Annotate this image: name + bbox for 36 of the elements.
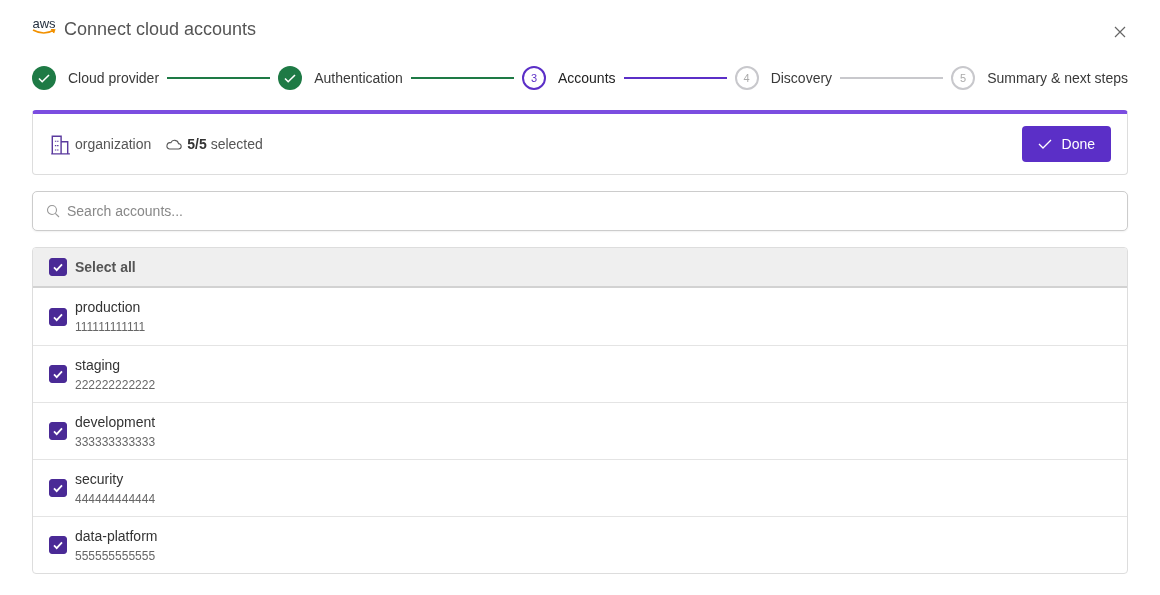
account-id: 111111111111 xyxy=(75,320,146,334)
account-name: development xyxy=(75,413,156,430)
cloud-icon xyxy=(165,137,184,151)
account-id: 444444444444 xyxy=(75,491,156,506)
step-label[interactable]: Summary & next steps xyxy=(987,70,1128,86)
check-icon xyxy=(1037,137,1052,151)
done-button[interactable]: Done xyxy=(1021,126,1111,162)
dialog-title: Connect cloud accounts xyxy=(64,18,257,40)
step-label[interactable]: Accounts xyxy=(557,70,616,86)
step-number: 4 xyxy=(734,66,759,90)
account-name: production xyxy=(75,299,142,315)
step-label[interactable]: Cloud provider xyxy=(68,70,160,86)
account-id: 333333333333 xyxy=(75,434,156,449)
checkbox[interactable] xyxy=(49,422,67,440)
checkbox[interactable] xyxy=(49,307,67,326)
step-label[interactable]: Discovery xyxy=(770,70,833,86)
search-icon xyxy=(46,204,60,218)
account-id: 555555555555 xyxy=(75,548,157,563)
close-icon[interactable] xyxy=(1114,26,1126,38)
checkbox[interactable] xyxy=(49,365,67,383)
account-id: 222222222222 xyxy=(75,377,156,392)
checkbox[interactable] xyxy=(49,536,67,554)
step-label[interactable]: Authentication xyxy=(314,70,403,86)
search-field[interactable]: Search accounts... xyxy=(32,191,1128,231)
account-name: data-platform xyxy=(75,527,158,544)
organization-label: organization xyxy=(75,136,152,152)
step-number: 5 xyxy=(951,66,976,90)
checkbox[interactable] xyxy=(49,479,67,497)
select-all-label: Select all xyxy=(75,259,136,275)
selected-count: 5/5 selected xyxy=(187,136,263,152)
account-name: staging xyxy=(75,356,122,373)
checkbox[interactable] xyxy=(49,258,67,276)
logo: aws xyxy=(32,17,56,35)
account-name: security xyxy=(75,470,125,487)
building-icon xyxy=(49,133,71,155)
step-number: 3 xyxy=(521,66,546,90)
